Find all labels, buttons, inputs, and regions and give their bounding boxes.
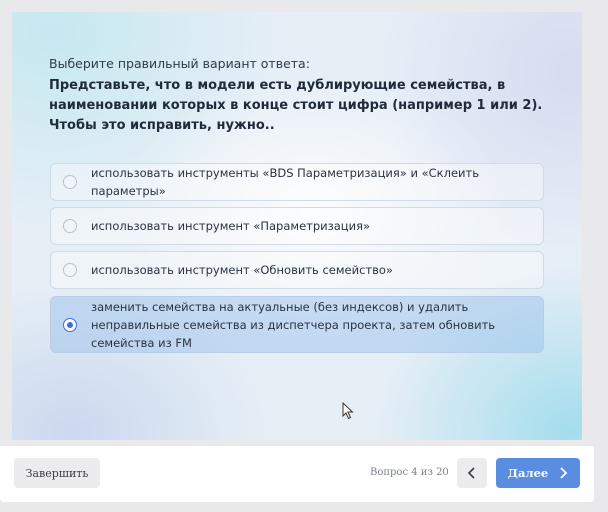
- radio-button[interactable]: [63, 175, 77, 189]
- next-button[interactable]: Далее: [496, 458, 580, 488]
- chevron-right-icon: [560, 467, 568, 479]
- question-prompt: Выберите правильный вариант ответа:: [49, 56, 310, 71]
- answer-option-label: использовать инструмент «Обновить семейс…: [91, 263, 393, 277]
- answer-option-label: использовать инструмент «Параметризация»: [91, 219, 371, 233]
- question-text: Представьте, что в модели есть дублирующ…: [49, 78, 543, 133]
- answer-option-2[interactable]: использовать инструмент «Параметризация»: [50, 207, 544, 245]
- question-counter: Вопрос 4 из 20: [370, 467, 449, 478]
- answer-option-1[interactable]: использовать инструменты «BDS Параметриз…: [50, 163, 544, 201]
- quiz-page: Выберите правильный вариант ответа: Пред…: [0, 0, 608, 512]
- radio-button-selected[interactable]: [63, 317, 77, 332]
- radio-button[interactable]: [63, 263, 77, 277]
- finish-button[interactable]: Завершить: [14, 458, 100, 488]
- answer-option-label: заменить семейства на актуальные (без ин…: [91, 299, 496, 350]
- mouse-cursor-icon: [342, 402, 354, 420]
- answer-option-4[interactable]: заменить семейства на актуальные (без ин…: [50, 296, 544, 353]
- chevron-left-icon: [467, 467, 475, 479]
- quiz-footer: Завершить Вопрос 4 из 20 Далее: [0, 446, 594, 502]
- answer-option-label: использовать инструменты «BDS Параметриз…: [91, 166, 480, 198]
- answer-option-3[interactable]: использовать инструмент «Обновить семейс…: [50, 251, 544, 289]
- previous-button[interactable]: [457, 458, 487, 488]
- next-button-label: Далее: [507, 466, 549, 480]
- radio-button[interactable]: [63, 219, 77, 233]
- question-card: Выберите правильный вариант ответа: Пред…: [12, 12, 582, 440]
